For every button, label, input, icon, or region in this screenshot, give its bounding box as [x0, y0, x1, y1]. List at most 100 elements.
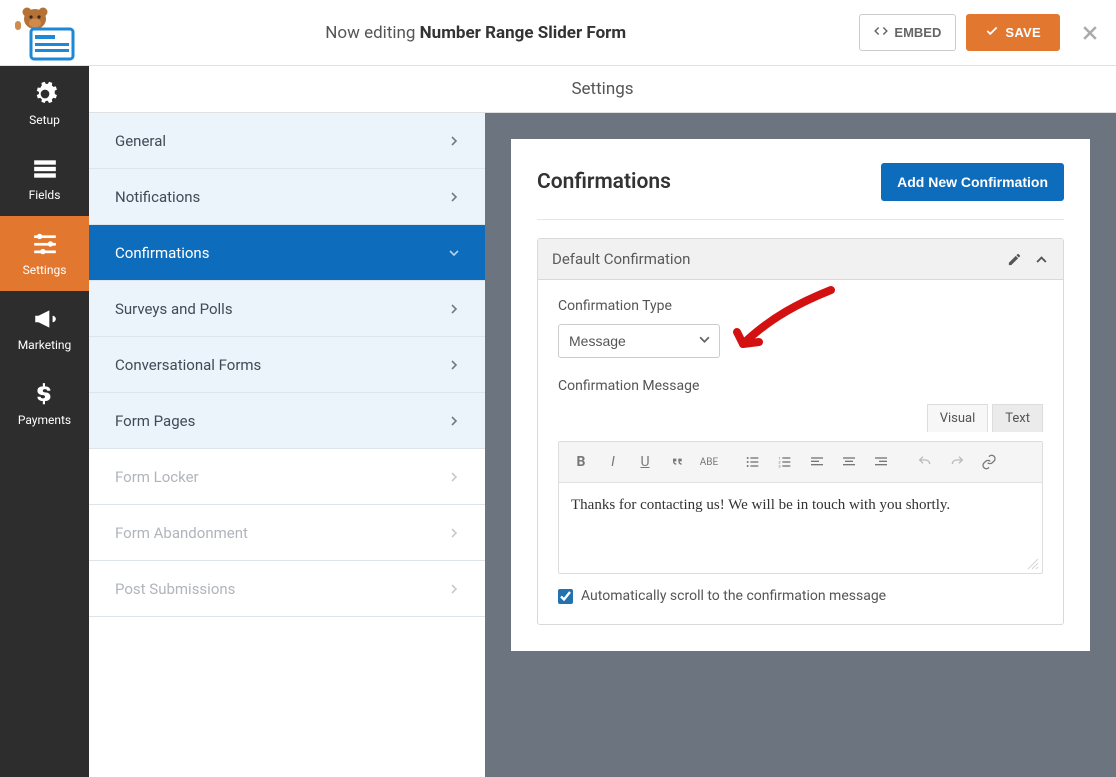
- list-ul-icon[interactable]: [739, 448, 767, 476]
- chevron-up-icon[interactable]: [1034, 252, 1049, 267]
- nav-item-payments[interactable]: Payments: [0, 366, 89, 441]
- confirmation-type-select-wrap: Message: [558, 324, 720, 358]
- confirmation-header[interactable]: Default Confirmation: [538, 239, 1063, 280]
- sidebar-item-notifications[interactable]: Notifications: [89, 169, 485, 225]
- redo-icon[interactable]: [943, 448, 971, 476]
- close-button[interactable]: [1080, 23, 1100, 43]
- align-center-icon[interactable]: [835, 448, 863, 476]
- sidebar-item-label: Post Submissions: [115, 580, 235, 598]
- autoscroll-row[interactable]: Automatically scroll to the confirmation…: [558, 588, 1043, 604]
- check-icon: [985, 24, 999, 41]
- sidebar-item-label: Surveys and Polls: [115, 300, 233, 318]
- link-icon[interactable]: [975, 448, 1003, 476]
- align-right-icon[interactable]: [867, 448, 895, 476]
- chevron-right-icon: [449, 524, 459, 542]
- nav-label: Fields: [29, 188, 61, 202]
- confirmation-message-label: Confirmation Message: [558, 378, 1043, 394]
- edit-icon[interactable]: [1007, 252, 1022, 267]
- chevron-right-icon: [449, 468, 459, 486]
- main-row: Setup Fields Settings Marketing Payments…: [0, 66, 1116, 777]
- panel-title: Confirmations: [537, 170, 671, 194]
- strikethrough-icon[interactable]: ABE: [695, 448, 723, 476]
- editor: B I U ABE 123: [558, 441, 1043, 574]
- sidebar-item-conversational[interactable]: Conversational Forms: [89, 337, 485, 393]
- list-ol-icon[interactable]: 123: [771, 448, 799, 476]
- sidebar-item-label: General: [115, 132, 166, 150]
- save-button[interactable]: SAVE: [966, 14, 1060, 51]
- add-confirmation-button[interactable]: Add New Confirmation: [881, 163, 1064, 201]
- sidebar-item-surveys[interactable]: Surveys and Polls: [89, 281, 485, 337]
- sidebar-item-label: Form Locker: [115, 468, 199, 486]
- sidebar-item-label: Notifications: [115, 188, 200, 206]
- confirmation-message-section: Confirmation Message Visual Text B I: [558, 378, 1043, 604]
- canvas: Confirmations Add New Confirmation Defau…: [485, 113, 1116, 777]
- sidebar-item-formpages[interactable]: Form Pages: [89, 393, 485, 449]
- nav-item-marketing[interactable]: Marketing: [0, 291, 89, 366]
- sidebar-item-formabandon: Form Abandonment: [89, 505, 485, 561]
- confirmation-type-label: Confirmation Type: [558, 298, 1043, 314]
- align-left-icon[interactable]: [803, 448, 831, 476]
- quote-icon[interactable]: [663, 448, 691, 476]
- sidebar-item-postsub: Post Submissions: [89, 561, 485, 617]
- chevron-right-icon: [449, 412, 459, 430]
- code-icon: [874, 24, 888, 41]
- divider: [537, 219, 1064, 220]
- embed-label: EMBED: [894, 25, 941, 40]
- left-nav: Setup Fields Settings Marketing Payments: [0, 66, 89, 777]
- undo-icon[interactable]: [911, 448, 939, 476]
- sidebar-item-formlocker: Form Locker: [89, 449, 485, 505]
- form-title: Number Range Slider Form: [420, 23, 626, 43]
- confirmation-name: Default Confirmation: [552, 250, 995, 268]
- sidebar-item-label: Form Abandonment: [115, 524, 248, 542]
- editor-toolbar: B I U ABE 123: [559, 442, 1042, 483]
- nav-label: Marketing: [18, 338, 72, 352]
- settings-column: Settings General Notifications Confirmat…: [89, 66, 1116, 777]
- sidebar-item-label: Confirmations: [115, 244, 209, 262]
- underline-icon[interactable]: U: [631, 448, 659, 476]
- editor-content[interactable]: Thanks for contacting us! We will be in …: [559, 483, 1042, 573]
- panel-header: Confirmations Add New Confirmation: [537, 163, 1064, 201]
- settings-header: Settings: [89, 66, 1116, 113]
- confirmation-block: Default Confirmation Confirmation Type M…: [537, 238, 1064, 625]
- app-logo: [10, 5, 80, 61]
- nav-label: Payments: [18, 413, 71, 427]
- sidebar-item-confirmations[interactable]: Confirmations: [89, 225, 485, 281]
- editor-tab-text[interactable]: Text: [992, 404, 1043, 432]
- sidebar-item-label: Conversational Forms: [115, 356, 261, 374]
- dollar-icon: [32, 381, 58, 407]
- gear-icon: [32, 81, 58, 107]
- svg-text:3: 3: [778, 463, 780, 468]
- chevron-right-icon: [449, 300, 459, 318]
- chevron-right-icon: [449, 580, 459, 598]
- confirmation-body: Confirmation Type Message: [538, 280, 1063, 624]
- chevron-down-icon: [449, 244, 459, 262]
- top-bar: Now editing Number Range Slider Form EMB…: [0, 0, 1116, 66]
- editor-tab-visual[interactable]: Visual: [927, 404, 989, 432]
- bullhorn-icon: [32, 306, 58, 332]
- annotation-arrow-icon: [731, 282, 841, 362]
- nav-item-setup[interactable]: Setup: [0, 66, 89, 141]
- embed-button[interactable]: EMBED: [859, 14, 956, 51]
- italic-icon[interactable]: I: [599, 448, 627, 476]
- chevron-right-icon: [449, 356, 459, 374]
- settings-sidebar: General Notifications Confirmations Surv…: [89, 113, 485, 777]
- save-label: SAVE: [1005, 25, 1041, 40]
- nav-item-settings[interactable]: Settings: [0, 216, 89, 291]
- confirmation-type-select[interactable]: Message: [558, 324, 720, 358]
- nav-label: Settings: [23, 263, 67, 277]
- editor-tabs: Visual Text: [558, 404, 1043, 432]
- chevron-right-icon: [449, 132, 459, 150]
- sliders-icon: [32, 231, 58, 257]
- confirmations-panel: Confirmations Add New Confirmation Defau…: [511, 139, 1090, 651]
- resize-handle-icon[interactable]: [1026, 557, 1040, 571]
- autoscroll-label: Automatically scroll to the confirmation…: [581, 588, 886, 604]
- bold-icon[interactable]: B: [567, 448, 595, 476]
- autoscroll-checkbox[interactable]: [558, 589, 573, 604]
- nav-label: Setup: [29, 113, 60, 127]
- nav-item-fields[interactable]: Fields: [0, 141, 89, 216]
- title-prefix: Now editing: [325, 23, 415, 43]
- list-icon: [32, 156, 58, 182]
- sidebar-item-label: Form Pages: [115, 412, 195, 430]
- chevron-right-icon: [449, 188, 459, 206]
- sidebar-item-general[interactable]: General: [89, 113, 485, 169]
